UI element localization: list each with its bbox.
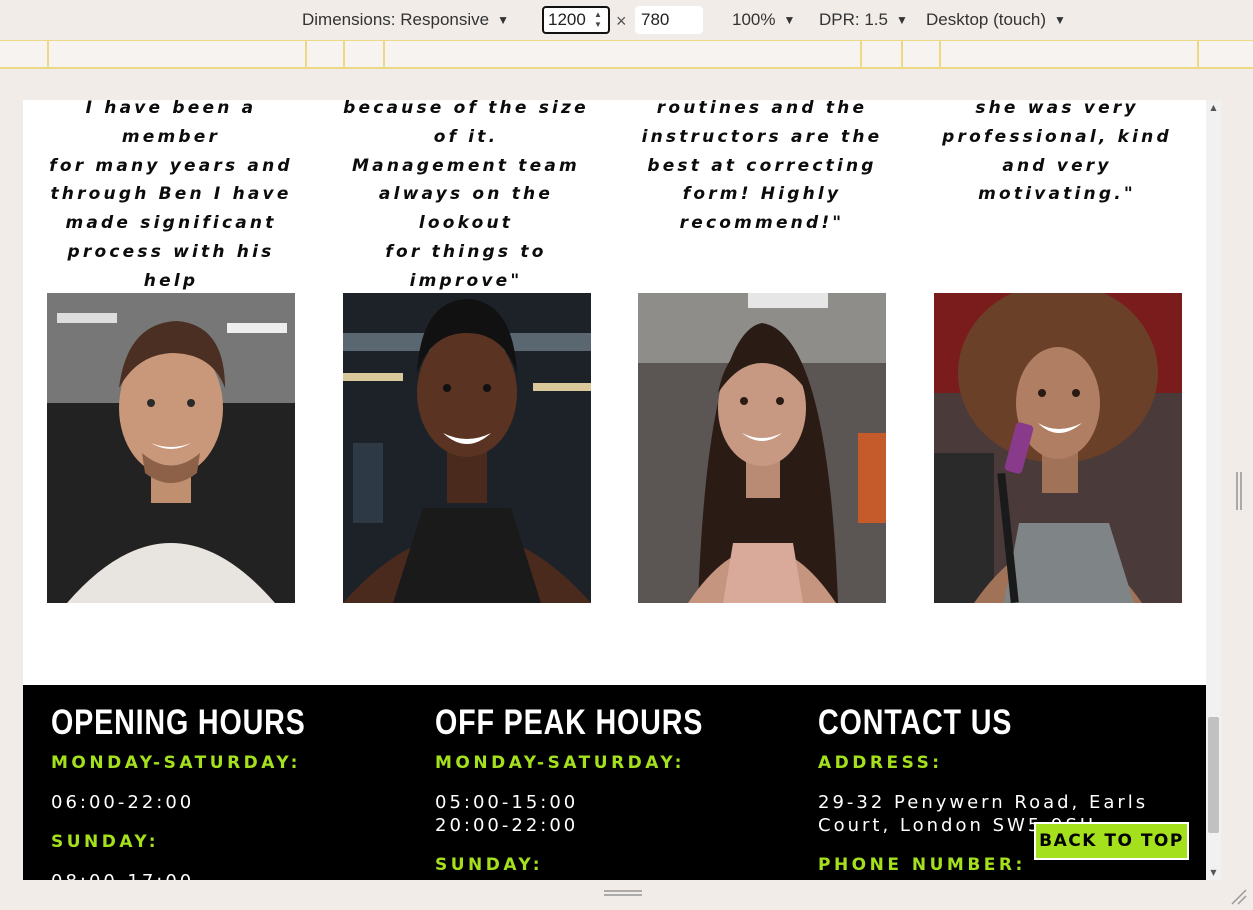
testimonial-photo (934, 293, 1182, 603)
testimonial-photo (343, 293, 591, 603)
media-query-marker[interactable] (860, 41, 862, 68)
emulated-viewport: I have been a member for many years and … (23, 100, 1206, 880)
site-footer: OPENING HOURS MONDAY-SATURDAY: 06:00-22:… (23, 685, 1206, 880)
zoom-label: 100% (732, 10, 776, 29)
hours-label: SUNDAY: (51, 832, 160, 852)
corner-resize-icon[interactable] (1228, 886, 1248, 906)
opening-hours-title: OPENING HOURS (51, 703, 306, 742)
scrollbar-thumb[interactable] (1208, 717, 1219, 833)
testimonial-photo (638, 293, 886, 603)
contact-title: CONTACT US (818, 703, 1013, 742)
hours-value: 06:00-22:00 (51, 792, 195, 813)
media-query-marker[interactable] (1197, 41, 1199, 68)
media-query-marker[interactable] (901, 41, 903, 68)
dimensions-dropdown[interactable]: Dimensions: Responsive ▼ (302, 10, 509, 30)
dpr-dropdown[interactable]: DPR: 1.5 ▼ (819, 10, 908, 30)
media-query-marker[interactable] (305, 41, 307, 68)
devtools-device-toolbar: Dimensions: Responsive ▼ 1200 ▲ ▼ × 780 10… (0, 0, 1253, 40)
scroll-down-arrow-icon[interactable]: ▼ (1206, 865, 1221, 880)
off-peak-title: OFF PEAK HOURS (435, 703, 704, 742)
height-value: 780 (641, 10, 670, 29)
width-value: 1200 (548, 10, 586, 29)
height-input[interactable]: 780 (635, 6, 703, 34)
scroll-up-arrow-icon[interactable]: ▲ (1206, 100, 1221, 115)
testimonial-quote: I have been a member for many years and … (49, 100, 293, 320)
testimonial-quote: because of the size of it. Management te… (343, 100, 589, 291)
media-query-marker[interactable] (383, 41, 385, 68)
media-query-marker[interactable] (343, 41, 345, 68)
testimonial-photo (47, 293, 295, 603)
zoom-dropdown[interactable]: 100% ▼ (732, 10, 795, 30)
caret-down-icon: ▼ (895, 13, 908, 27)
hours-label: MONDAY-SATURDAY: (435, 753, 685, 773)
dpr-label: DPR: 1.5 (819, 10, 888, 29)
media-query-marker[interactable] (47, 41, 49, 68)
media-query-marker[interactable] (939, 41, 941, 68)
device-mode-dropdown[interactable]: Desktop (touch) ▼ (926, 10, 1066, 30)
device-mode-label: Desktop (touch) (926, 10, 1046, 29)
hours-value: 05:00-15:00 20:00-22:00 (435, 792, 579, 836)
testimonial-quote: routines and the instructors are the bes… (641, 100, 883, 234)
back-to-top-button[interactable]: BACK TO TOP (1034, 822, 1189, 860)
dimension-separator: × (616, 11, 627, 31)
dimensions-label: Dimensions: Responsive (302, 10, 490, 29)
opening-hours-column: OPENING HOURS MONDAY-SATURDAY: 06:00-22:… (51, 703, 411, 881)
testimonial-quote: she was very professional, kind and very… (942, 100, 1172, 205)
caret-down-icon: ▼ (497, 13, 509, 27)
width-resize-handle[interactable] (1236, 472, 1242, 510)
address-label: ADDRESS: (818, 753, 943, 773)
hours-label: MONDAY-SATURDAY: (51, 753, 301, 773)
caret-down-icon: ▼ (783, 13, 796, 27)
caret-down-icon: ▼ (1054, 13, 1066, 27)
height-resize-handle[interactable] (604, 890, 642, 896)
media-query-bar[interactable] (0, 40, 1253, 69)
hours-label: SUNDAY: (435, 855, 544, 875)
off-peak-hours-column: OFF PEAK HOURS MONDAY-SATURDAY: 05:00-15… (435, 703, 795, 876)
viewport-scrollbar[interactable]: ▲ ▼ (1206, 100, 1221, 880)
spinner-icon[interactable]: ▲ ▼ (592, 10, 604, 30)
testimonials-section: I have been a member for many years and … (23, 100, 1206, 685)
width-input[interactable]: 1200 ▲ ▼ (542, 6, 610, 34)
hours-value: 08:00-17:00 (51, 870, 411, 880)
